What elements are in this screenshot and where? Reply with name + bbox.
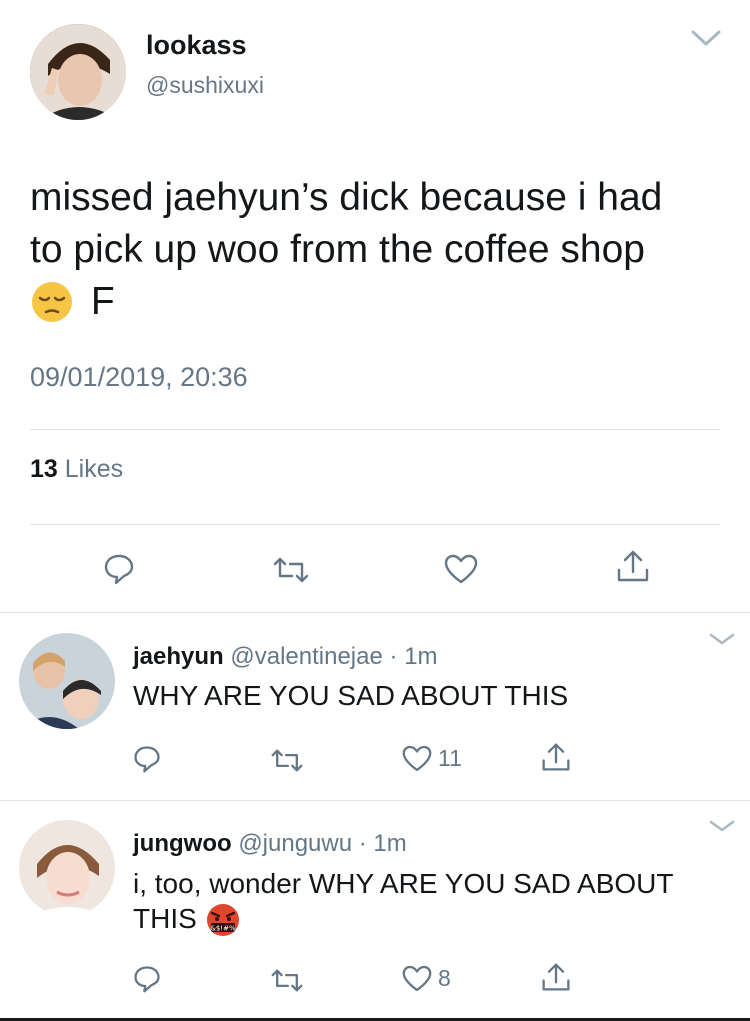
author-avatar[interactable] bbox=[30, 24, 126, 120]
tweet-text-line: to pick up woo from the coffee shop bbox=[30, 228, 645, 271]
share-icon[interactable] bbox=[616, 548, 650, 584]
reply-icon[interactable] bbox=[102, 552, 136, 586]
reply-text: i, too, wonder WHY ARE YOU SAD ABOUT THI… bbox=[133, 866, 733, 940]
divider bbox=[0, 612, 750, 613]
reply-header: jaehyun @valentinejae · 1m bbox=[133, 643, 438, 671]
reply-time[interactable]: 1m bbox=[373, 830, 406, 857]
reply-display-name[interactable]: jaehyun bbox=[133, 643, 224, 670]
chevron-down-icon[interactable] bbox=[708, 818, 736, 834]
divider bbox=[30, 429, 720, 430]
like-action[interactable]: 11 bbox=[402, 745, 462, 772]
reply-display-name[interactable]: jungwoo bbox=[133, 830, 232, 857]
like-count: 8 bbox=[438, 965, 451, 991]
share-icon[interactable] bbox=[541, 961, 571, 993]
cursing-face-emoji: &$!#% bbox=[205, 902, 241, 940]
reply-icon[interactable] bbox=[132, 964, 162, 994]
reply-text-line: THIS &$!#% bbox=[133, 901, 733, 940]
likes-summary[interactable]: 13 Likes bbox=[30, 455, 123, 484]
like-count: 11 bbox=[438, 745, 462, 771]
divider bbox=[30, 524, 720, 525]
reply-avatar[interactable] bbox=[19, 633, 115, 729]
separator-dot: · bbox=[358, 830, 367, 857]
retweet-icon[interactable] bbox=[270, 748, 304, 773]
divider bbox=[0, 800, 750, 801]
retweet-icon[interactable] bbox=[272, 556, 310, 584]
tweet-text-line: missed jaehyun’s dick because i had bbox=[30, 176, 663, 219]
reply-text-word: THIS bbox=[133, 903, 197, 934]
like-icon[interactable] bbox=[402, 745, 432, 772]
reply-text: WHY ARE YOU SAD ABOUT THIS bbox=[133, 680, 569, 711]
tweet-text-tail: F bbox=[30, 276, 730, 330]
tweet-timestamp[interactable]: 09/01/2019, 20:36 bbox=[30, 362, 248, 393]
separator-dot: · bbox=[389, 643, 398, 670]
pensive-face-emoji bbox=[30, 278, 74, 330]
reply-header: jungwoo @junguwu · 1m bbox=[133, 830, 407, 858]
like-icon[interactable] bbox=[402, 965, 432, 992]
reply-handle[interactable]: @valentinejae bbox=[230, 643, 382, 670]
chevron-down-icon[interactable] bbox=[708, 631, 736, 647]
reply-icon[interactable] bbox=[132, 744, 162, 774]
like-action[interactable]: 8 bbox=[402, 965, 451, 992]
reply-handle[interactable]: @junguwu bbox=[238, 830, 352, 857]
retweet-icon[interactable] bbox=[270, 968, 304, 993]
share-icon[interactable] bbox=[541, 741, 571, 773]
tweet-text: missed jaehyun’s dick because i had to p… bbox=[30, 172, 730, 330]
tweet-text-f: F bbox=[90, 280, 115, 323]
chevron-down-icon[interactable] bbox=[690, 28, 722, 48]
emoji-symbols-text: &$!#% bbox=[210, 924, 236, 932]
likes-count: 13 bbox=[30, 455, 58, 483]
reply-time[interactable]: 1m bbox=[404, 643, 437, 670]
author-display-name[interactable]: lookass bbox=[146, 30, 247, 61]
reply-avatar[interactable] bbox=[19, 820, 115, 916]
reply-text-line: i, too, wonder WHY ARE YOU SAD ABOUT bbox=[133, 868, 674, 899]
likes-label: Likes bbox=[64, 455, 124, 483]
like-icon[interactable] bbox=[444, 554, 478, 584]
author-handle[interactable]: @sushixuxi bbox=[146, 72, 264, 99]
